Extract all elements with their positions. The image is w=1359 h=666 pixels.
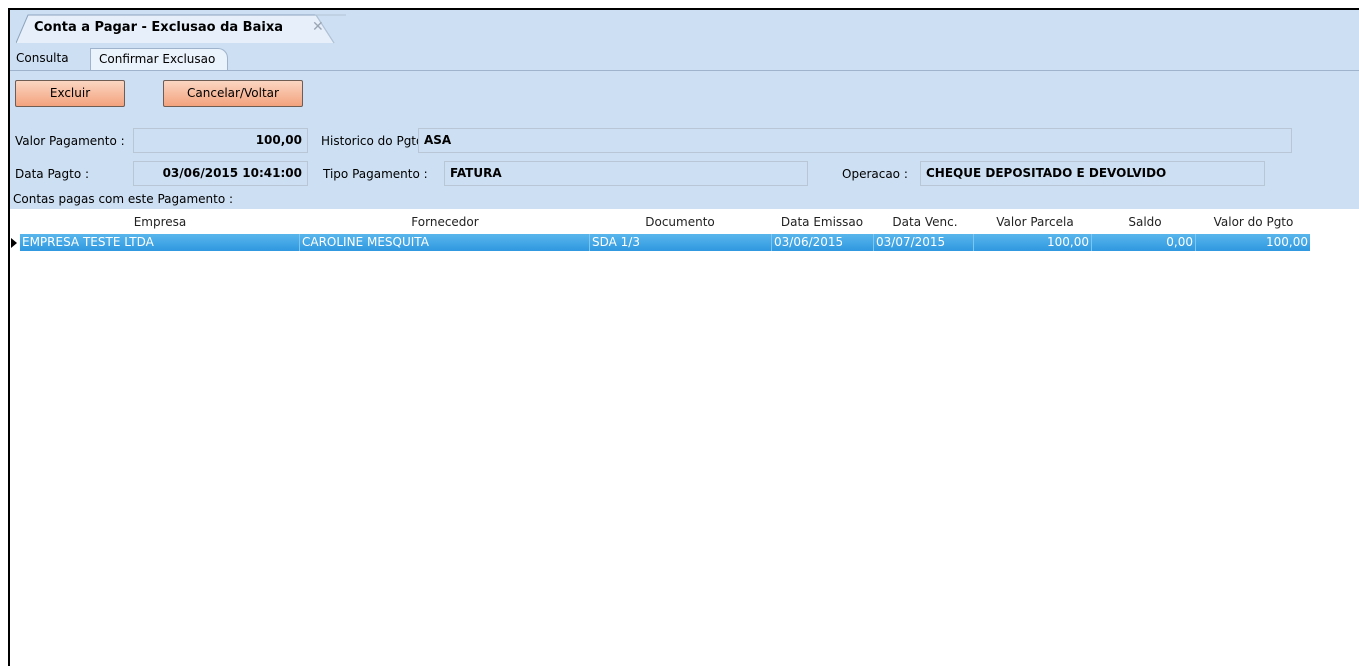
operacao-field[interactable]: CHEQUE DEPOSITADO E DEVOLVIDO — [920, 161, 1265, 186]
tab-consulta[interactable]: Consulta — [12, 48, 73, 69]
valor-pagamento-field[interactable]: 100,00 — [133, 128, 308, 153]
tipo-pagamento-field[interactable]: FATURA — [444, 161, 808, 186]
column-header-documento[interactable]: Documento — [590, 209, 770, 233]
table-row[interactable]: EMPRESA TESTE LTDA CAROLINE MESQUITA SDA… — [20, 234, 1310, 251]
column-header-valor-pgto[interactable]: Valor do Pgto — [1197, 209, 1310, 233]
column-header-data-emissao[interactable]: Data Emissao — [772, 209, 872, 233]
column-header-valor-parcela[interactable]: Valor Parcela — [976, 209, 1094, 233]
data-pagto-field[interactable]: 03/06/2015 10:41:00 — [133, 161, 308, 186]
cell-valor-parcela: 100,00 — [974, 234, 1092, 251]
cell-empresa: EMPRESA TESTE LTDA — [20, 234, 300, 251]
app-window: Conta a Pagar - Exclusao da Baixa ✕ Cons… — [8, 8, 1359, 666]
cell-fornecedor: CAROLINE MESQUITA — [300, 234, 590, 251]
tab-divider — [10, 70, 1359, 71]
operacao-label: Operacao : — [842, 167, 908, 181]
historico-label: Historico do Pgto : — [321, 134, 432, 148]
tipo-pagamento-label: Tipo Pagamento : — [323, 167, 428, 181]
tab-confirmar-exclusao[interactable]: Confirmar Exclusao — [90, 48, 228, 70]
cancelar-voltar-button[interactable]: Cancelar/Voltar — [163, 80, 303, 107]
document-tab-title: Conta a Pagar - Exclusao da Baixa — [34, 20, 283, 35]
cell-saldo: 0,00 — [1092, 234, 1196, 251]
cell-valor-pgto: 100,00 — [1266, 235, 1308, 249]
column-header-data-venc[interactable]: Data Venc. — [875, 209, 975, 233]
valor-pagamento-label: Valor Pagamento : — [15, 134, 125, 148]
row-indicator-arrow-icon — [11, 238, 17, 248]
column-header-empresa[interactable]: Empresa — [20, 209, 300, 233]
data-pagto-label: Data Pagto : — [15, 167, 90, 181]
column-header-fornecedor[interactable]: Fornecedor — [300, 209, 590, 233]
grid-header: Empresa Fornecedor Documento Data Emissa… — [10, 209, 1310, 233]
column-header-saldo[interactable]: Saldo — [1095, 209, 1195, 233]
cell-data-emissao: 03/06/2015 — [772, 234, 874, 251]
header-panel: Conta a Pagar - Exclusao da Baixa ✕ Cons… — [10, 10, 1359, 209]
close-icon[interactable]: ✕ — [312, 19, 324, 35]
historico-field[interactable]: ASA — [418, 128, 1292, 153]
contas-pagas-label: Contas pagas com este Pagamento : — [13, 192, 234, 206]
document-tab[interactable]: Conta a Pagar - Exclusao da Baixa ✕ — [16, 14, 346, 44]
cell-data-venc: 03/07/2015 — [874, 234, 974, 251]
excluir-button[interactable]: Excluir — [15, 80, 125, 107]
cell-documento: SDA 1/3 — [590, 234, 772, 251]
subtab-strip: Consulta Confirmar Exclusao — [10, 48, 310, 70]
